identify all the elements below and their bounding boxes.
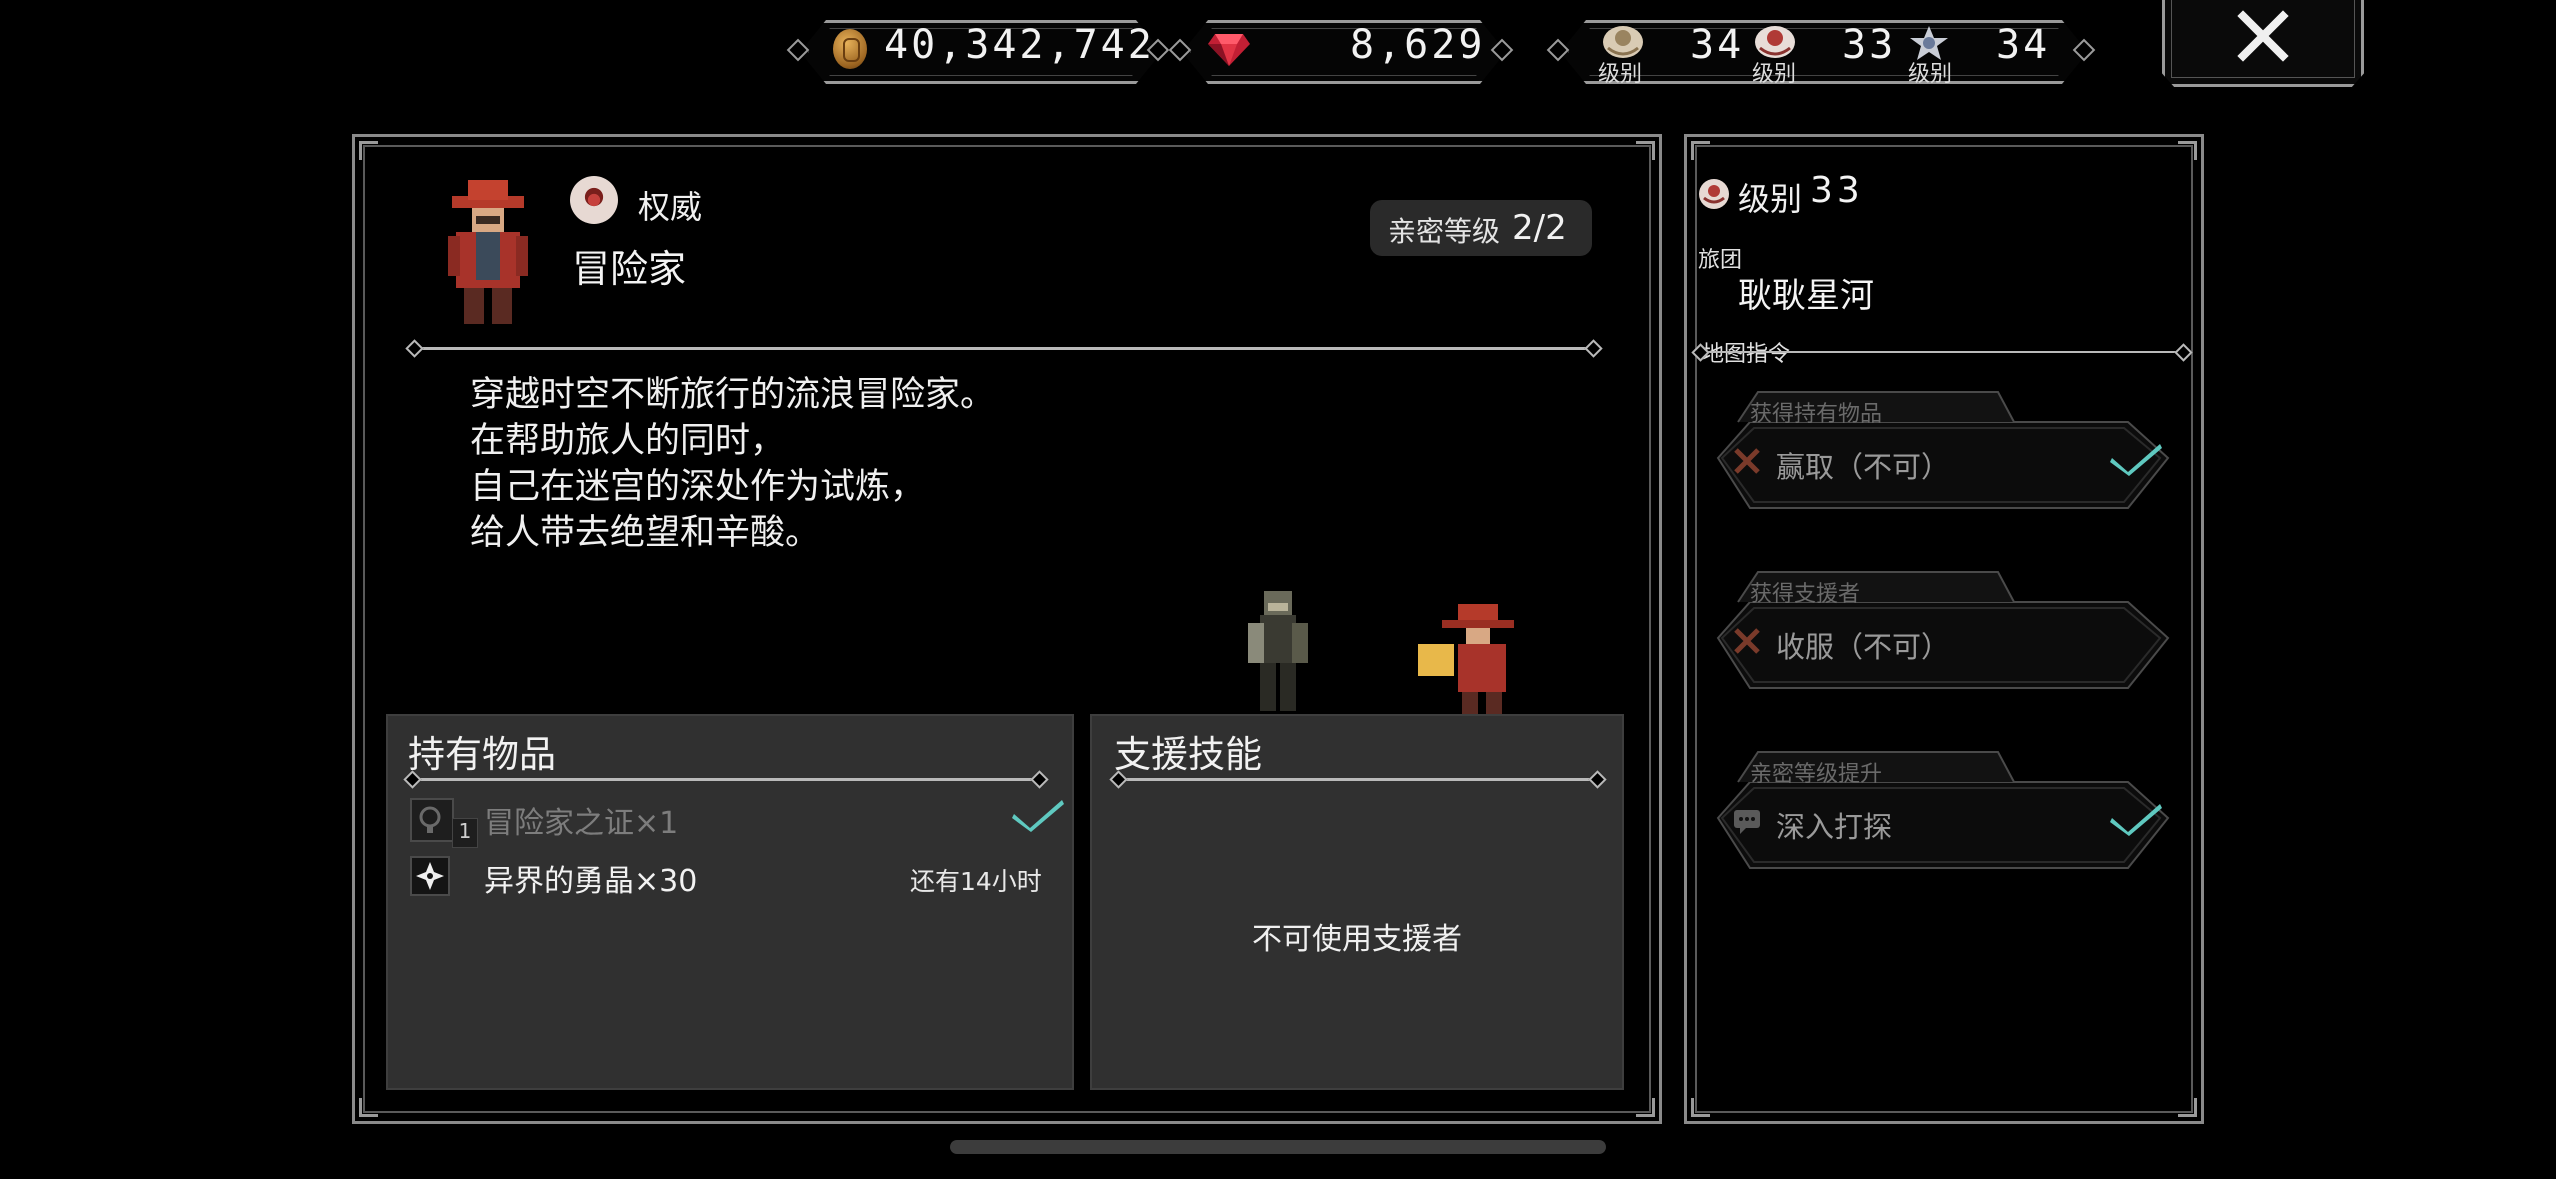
header-divider: [414, 347, 1594, 350]
guild-label: 旅团: [1698, 248, 1743, 273]
check-icon: [1012, 800, 1064, 832]
affinity-value: 2/2: [1512, 208, 1567, 248]
check-icon: [2110, 444, 2162, 476]
item-name: 异界的勇晶×30: [484, 864, 698, 899]
list-item[interactable]: 1 冒险家之证×1: [410, 796, 1064, 848]
rank-caption: 级别: [1598, 62, 1643, 87]
close-icon: [2237, 10, 2289, 62]
description-line: 在帮助旅人的同时，: [470, 421, 786, 461]
chat-bubble-icon: [1734, 810, 1760, 834]
command-obtain-supporter[interactable]: 获得支援者 收服（不可）: [1708, 568, 2178, 696]
check-icon: [2110, 804, 2162, 836]
command-text: 收服（不可）: [1776, 630, 1951, 664]
item-name: 冒险家之证×1: [484, 806, 679, 841]
crossed-swords-icon: [1734, 628, 1760, 654]
rank-caption: 级别: [1752, 62, 1797, 87]
level-value: 33: [1810, 170, 1864, 211]
crossed-swords-icon: [1734, 448, 1760, 474]
class-crest-icon: [570, 176, 618, 224]
description-line: 自己在迷宫的深处作为试炼，: [470, 467, 926, 507]
crystal-icon: [410, 856, 450, 896]
support-skill-divider: [1118, 778, 1598, 781]
level-label: 级别: [1738, 180, 1803, 218]
gold-amount: 40,342,742: [884, 22, 1155, 68]
item-timer: 还有14小时: [910, 867, 1042, 896]
rank-value: 34: [1996, 22, 2051, 68]
command-tab-label: 获得支援者: [1750, 582, 1861, 607]
level-crest-icon: [1699, 179, 1729, 209]
command-text: 赢取（不可）: [1776, 450, 1951, 484]
item-count-badge: 1: [452, 818, 478, 848]
companion-sprite: [1248, 591, 1308, 711]
command-tab-label: 亲密等级提升: [1750, 762, 1883, 787]
command-affinity-up[interactable]: 亲密等级提升 深入打探: [1708, 748, 2178, 876]
close-button[interactable]: [2162, 0, 2364, 87]
gold-coin-icon: [833, 29, 867, 69]
adventurer-field-sprite: [1418, 604, 1514, 728]
rank-caption: 级别: [1908, 62, 1953, 87]
guild-name: 耿耿星河: [1738, 276, 1874, 316]
ruby-gem-icon: [1208, 34, 1250, 66]
home-indicator: [950, 1140, 1606, 1154]
command-obtain-item[interactable]: 获得持有物品 赢取（不可）: [1708, 388, 2178, 516]
support-unavailable-text: 不可使用支援者: [1252, 922, 1462, 957]
rank-value: 34: [1690, 22, 1745, 68]
adventurer-portrait: [448, 180, 528, 324]
map-command-divider: [1700, 351, 2184, 353]
affinity-label: 亲密等级: [1388, 215, 1501, 248]
medal-icon: 1: [410, 798, 478, 848]
support-skill-panel: 支援技能 不可使用支援者: [1090, 714, 1624, 1090]
description-line: 给人带去绝望和辛酸。: [470, 513, 821, 553]
support-skill-title: 支援技能: [1114, 733, 1262, 776]
gem-amount: 8,629: [1350, 22, 1486, 68]
held-items-panel: 持有物品 1 冒险家之证×1 异界的勇晶×30 还有14小时: [386, 714, 1074, 1090]
command-text: 深入打探: [1776, 810, 1893, 844]
rank-value: 33: [1842, 22, 1897, 68]
list-item[interactable]: 异界的勇晶×30 还有14小时: [410, 852, 1050, 900]
held-items-divider: [412, 778, 1040, 781]
description-line: 穿越时空不断旅行的流浪冒险家。: [470, 375, 996, 415]
held-items-title: 持有物品: [408, 733, 556, 776]
affinity-level-badge: 亲密等级 2/2: [1370, 200, 1592, 256]
character-name: 冒险家: [572, 247, 687, 291]
character-description: 穿越时空不断旅行的流浪冒险家。 在帮助旅人的同时， 自己在迷宫的深处作为试炼， …: [470, 372, 995, 556]
class-label: 权威: [638, 188, 703, 226]
command-tab-label: 获得持有物品: [1750, 402, 1883, 427]
